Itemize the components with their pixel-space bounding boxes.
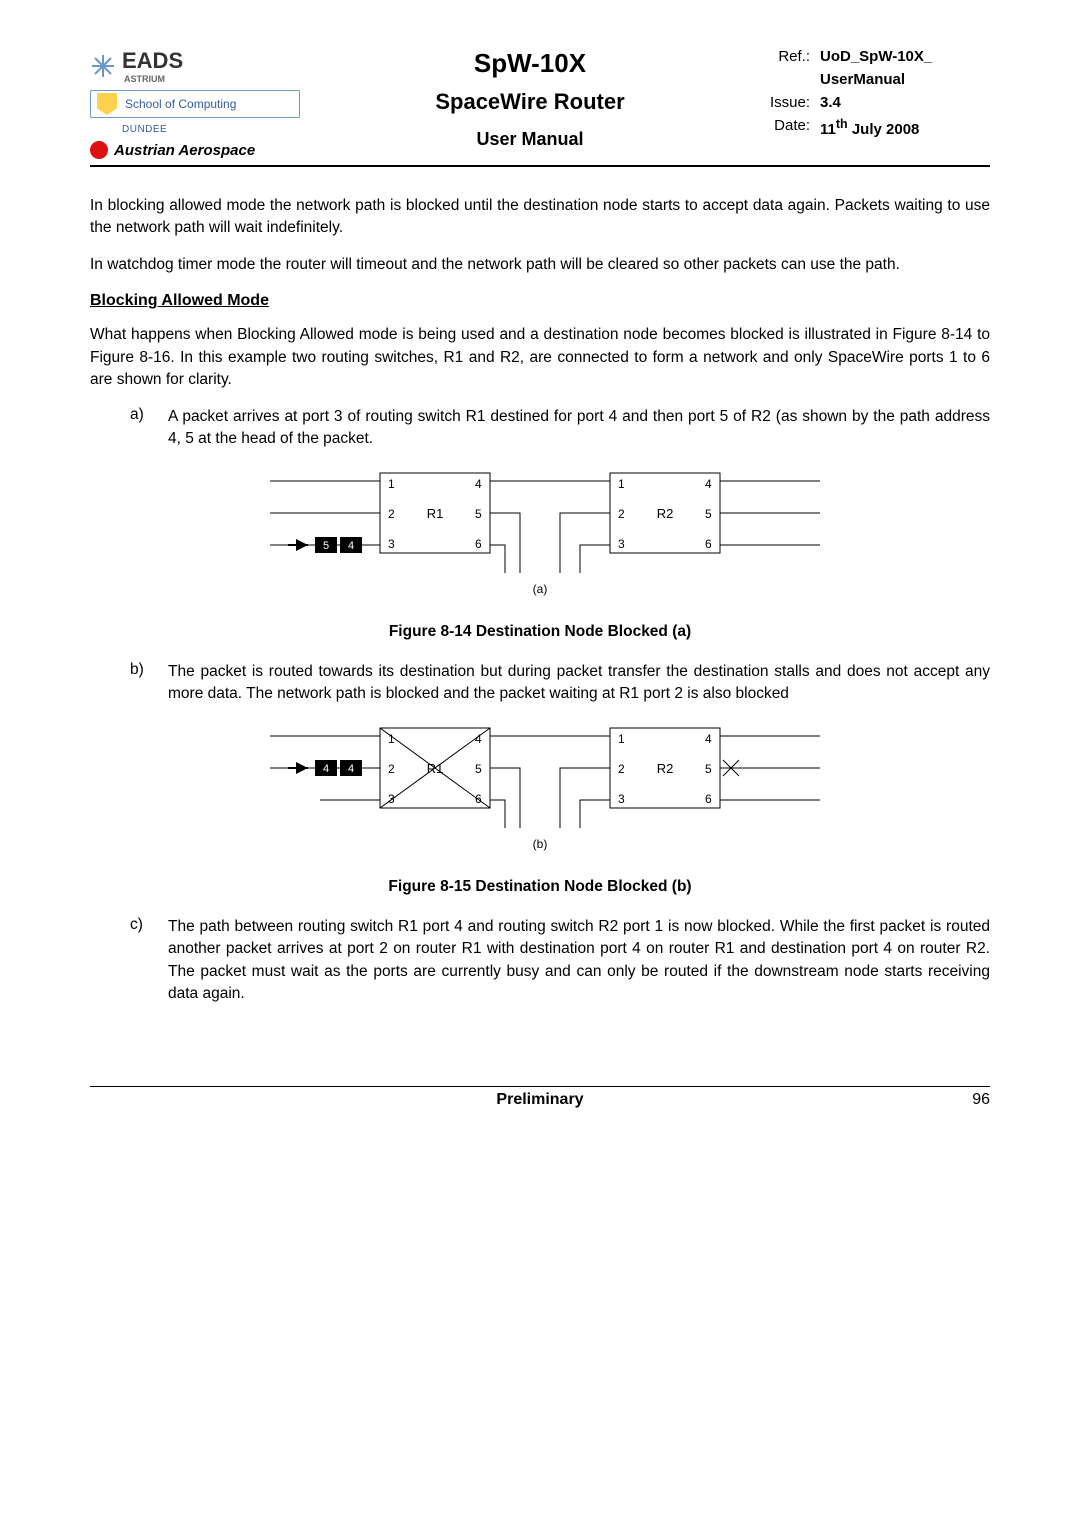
austrian-text: Austrian Aerospace xyxy=(114,142,255,159)
svg-text:2: 2 xyxy=(388,762,395,776)
list-letter: a) xyxy=(130,406,154,451)
svg-text:4: 4 xyxy=(348,540,354,552)
svg-text:3: 3 xyxy=(618,537,625,551)
figure-8-15: R1 1 2 3 4 5 6 R2 1 2 3 4 5 6 xyxy=(90,718,990,858)
svg-text:1: 1 xyxy=(618,477,625,491)
ref-value: UoD_SpW-10X_ xyxy=(820,48,932,65)
svg-text:5: 5 xyxy=(323,540,329,552)
diagram-b: R1 1 2 3 4 5 6 R2 1 2 3 4 5 6 xyxy=(260,718,820,858)
ref-label: Ref.: xyxy=(760,48,810,65)
list-text: A packet arrives at port 3 of routing sw… xyxy=(168,406,990,451)
svg-text:5: 5 xyxy=(705,762,712,776)
page-number: 96 xyxy=(972,1091,990,1109)
diagram-tag: (b) xyxy=(533,837,548,851)
doc-title-1: SpW-10X xyxy=(300,48,760,79)
svg-text:6: 6 xyxy=(705,537,712,551)
svg-text:1: 1 xyxy=(388,732,395,746)
svg-text:4: 4 xyxy=(323,763,329,775)
doc-title-2: SpaceWire Router xyxy=(300,89,760,115)
svg-text:2: 2 xyxy=(618,762,625,776)
date-label: Date: xyxy=(760,117,810,138)
svg-text:5: 5 xyxy=(705,507,712,521)
eads-text: EADS xyxy=(122,48,183,74)
list-item-c: c) The path between routing switch R1 po… xyxy=(130,916,990,1006)
list-text: The path between routing switch R1 port … xyxy=(168,916,990,1006)
figure-caption: Figure 8-14 Destination Node Blocked (a) xyxy=(90,623,990,641)
school-logo: School of Computing xyxy=(90,90,300,118)
svg-text:1: 1 xyxy=(618,732,625,746)
svg-text:4: 4 xyxy=(348,763,354,775)
star-icon xyxy=(90,53,116,79)
r2-label: R2 xyxy=(657,506,674,521)
packet-b: 4 4 xyxy=(288,760,362,776)
header-logos: EADS ASTRIUM School of Computing DUNDEE … xyxy=(90,48,300,159)
svg-text:3: 3 xyxy=(388,792,395,806)
svg-text:5: 5 xyxy=(475,507,482,521)
body: In blocking allowed mode the network pat… xyxy=(90,195,990,1006)
eads-logo: EADS ASTRIUM xyxy=(90,48,300,84)
svg-text:6: 6 xyxy=(705,792,712,806)
svg-text:4: 4 xyxy=(475,477,482,491)
svg-text:1: 1 xyxy=(388,477,395,491)
list-item-b: b) The packet is routed towards its dest… xyxy=(130,661,990,706)
header-meta: Ref.: UoD_SpW-10X_ UserManual Issue: 3.4… xyxy=(760,48,990,159)
svg-text:6: 6 xyxy=(475,537,482,551)
svg-text:2: 2 xyxy=(618,507,625,521)
r1-label: R1 xyxy=(427,506,444,521)
list-letter: c) xyxy=(130,916,154,1006)
svg-text:5: 5 xyxy=(475,762,482,776)
svg-text:3: 3 xyxy=(388,537,395,551)
dundee-text: DUNDEE xyxy=(122,124,300,135)
packet-a: 5 4 xyxy=(288,537,362,553)
paragraph: In blocking allowed mode the network pat… xyxy=(90,195,990,240)
date-value: 11th July 2008 xyxy=(820,117,919,138)
austrian-logo: Austrian Aerospace xyxy=(90,141,300,159)
page: EADS ASTRIUM School of Computing DUNDEE … xyxy=(0,0,1080,1152)
ref-value-2: UserManual xyxy=(820,71,905,88)
issue-value: 3.4 xyxy=(820,94,841,111)
list-letter: b) xyxy=(130,661,154,706)
svg-text:4: 4 xyxy=(475,732,482,746)
svg-text:4: 4 xyxy=(705,732,712,746)
svg-text:R1: R1 xyxy=(427,761,444,776)
svg-text:6: 6 xyxy=(475,792,482,806)
svg-text:3: 3 xyxy=(618,792,625,806)
footer: Preliminary 96 xyxy=(90,1086,990,1112)
list-item-a: a) A packet arrives at port 3 of routing… xyxy=(130,406,990,451)
diagram-a: R1 1 2 3 4 5 6 R2 1 2 3 4 5 6 xyxy=(260,463,820,603)
paragraph: What happens when Blocking Allowed mode … xyxy=(90,324,990,391)
red-dot-icon xyxy=(90,141,108,159)
astrium-text: ASTRIUM xyxy=(124,74,183,84)
svg-text:2: 2 xyxy=(388,507,395,521)
footer-center: Preliminary xyxy=(496,1091,583,1109)
list-text: The packet is routed towards its destina… xyxy=(168,661,990,706)
paragraph: In watchdog timer mode the router will t… xyxy=(90,254,990,276)
issue-label: Issue: xyxy=(760,94,810,111)
header-title: SpW-10X SpaceWire Router User Manual xyxy=(300,48,760,159)
svg-text:R2: R2 xyxy=(657,761,674,776)
document-header: EADS ASTRIUM School of Computing DUNDEE … xyxy=(90,48,990,167)
doc-title-3: User Manual xyxy=(300,129,760,150)
figure-caption: Figure 8-15 Destination Node Blocked (b) xyxy=(90,878,990,896)
figure-8-14: R1 1 2 3 4 5 6 R2 1 2 3 4 5 6 xyxy=(90,463,990,603)
school-text: School of Computing xyxy=(125,97,236,111)
section-heading: Blocking Allowed Mode xyxy=(90,292,990,310)
shield-icon xyxy=(97,93,117,115)
svg-text:4: 4 xyxy=(705,477,712,491)
diagram-tag: (a) xyxy=(533,582,548,596)
